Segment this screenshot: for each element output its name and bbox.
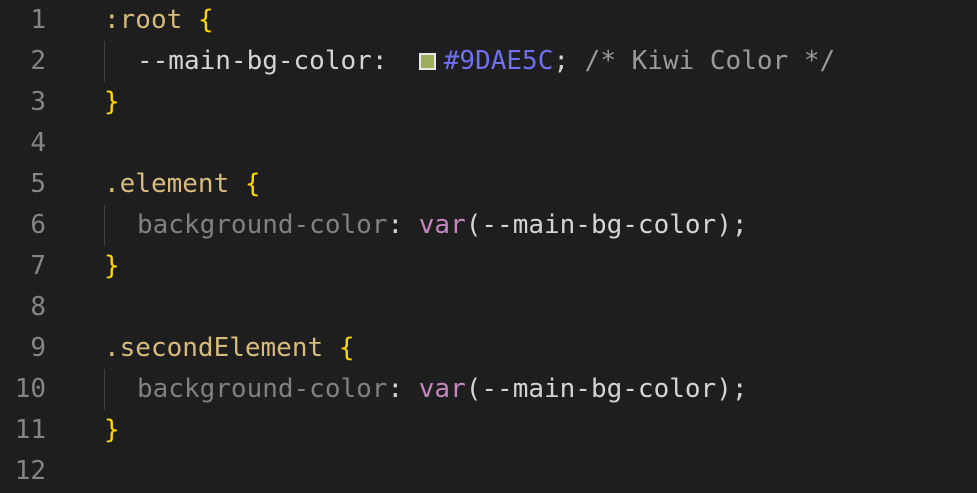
- line-number: 11: [14, 415, 46, 445]
- line-number: 9: [30, 333, 46, 363]
- close-paren-semicolon: );: [716, 210, 748, 240]
- open-brace: {: [338, 333, 355, 363]
- close-paren-semicolon: );: [716, 374, 748, 404]
- css-selector: .element: [104, 169, 230, 199]
- css-function: var: [418, 210, 466, 240]
- close-brace: }: [104, 87, 120, 117]
- line-number: 4: [30, 128, 46, 158]
- hex-color-value: #9DAE5C: [443, 46, 554, 76]
- open-paren: (: [465, 210, 482, 240]
- code-line[interactable]: 7 }: [0, 246, 977, 287]
- line-number: 5: [30, 169, 46, 199]
- code-line[interactable]: 6 background-color: var(--main-bg-color)…: [0, 205, 977, 246]
- code-line[interactable]: 11 }: [0, 410, 977, 451]
- close-brace: }: [104, 415, 120, 445]
- line-number: 1: [30, 5, 46, 35]
- line-number: 2: [30, 46, 46, 76]
- line-number: 8: [30, 292, 46, 322]
- open-paren: (: [465, 374, 482, 404]
- css-property: background-color: [137, 210, 388, 240]
- close-brace: }: [104, 251, 120, 281]
- line-number: 12: [14, 456, 46, 486]
- code-line[interactable]: 12: [0, 451, 977, 492]
- line-number: 10: [14, 374, 46, 404]
- code-line[interactable]: 5 .element {: [0, 164, 977, 205]
- colon: :: [387, 210, 404, 240]
- open-brace: {: [244, 169, 261, 199]
- css-function: var: [418, 374, 466, 404]
- css-selector: :root: [104, 5, 183, 35]
- color-swatch-icon[interactable]: [418, 53, 436, 70]
- code-line[interactable]: 9 .secondElement {: [0, 328, 977, 369]
- function-argument: --main-bg-color: [481, 374, 717, 404]
- css-property: --main-bg-color: [137, 46, 372, 76]
- code-line[interactable]: 8: [0, 287, 977, 328]
- line-number: 6: [30, 210, 46, 240]
- code-line[interactable]: 2 --main-bg-color: #9DAE5C; /* Kiwi Colo…: [0, 41, 977, 82]
- colon: :: [387, 374, 404, 404]
- line-number: 3: [30, 87, 46, 117]
- code-line[interactable]: 3 }: [0, 82, 977, 123]
- code-line[interactable]: 10 background-color: var(--main-bg-color…: [0, 369, 977, 410]
- code-line[interactable]: 1 :root {: [0, 0, 977, 41]
- semicolon: ;: [553, 46, 570, 76]
- line-number: 7: [30, 251, 46, 281]
- code-editor[interactable]: 1 :root { 2 --main-bg-color: #9DAE5C; /*…: [0, 0, 977, 493]
- css-selector: .secondElement: [104, 333, 324, 363]
- css-property: background-color: [137, 374, 388, 404]
- open-brace: {: [197, 5, 214, 35]
- code-line[interactable]: 4: [0, 123, 977, 164]
- function-argument: --main-bg-color: [481, 210, 717, 240]
- code-comment: /* Kiwi Color */: [584, 46, 836, 76]
- colon: :: [371, 46, 388, 76]
